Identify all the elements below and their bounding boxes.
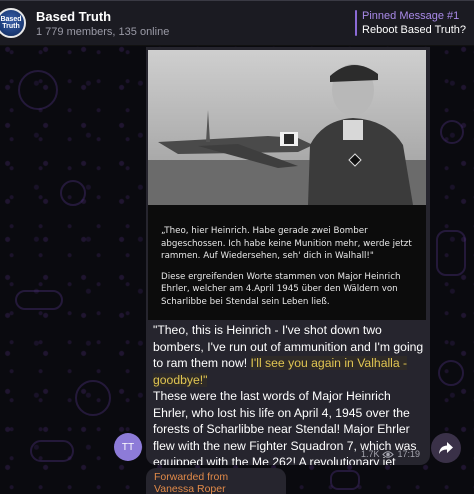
pinned-indicator-bar	[355, 9, 358, 36]
message-time: 17:19	[397, 449, 420, 459]
doodle-circle	[18, 70, 58, 110]
share-button[interactable]	[431, 433, 461, 463]
photo-caption-panel: „Theo, hier Heinrich. Habe gerade zwei B…	[148, 205, 426, 320]
doodle-shape	[30, 440, 74, 462]
forwarded-from-name[interactable]: Vanessa Roper	[154, 483, 286, 494]
doodle-circle	[75, 380, 111, 416]
view-count: 1.7K	[360, 449, 380, 459]
member-count: 1 779 members, 135 online	[36, 25, 170, 38]
caption-body: Diese ergreifenden Worte stammen von Maj…	[161, 271, 401, 307]
doodle-shape	[330, 470, 360, 490]
message-meta: 1.7K 17:19	[361, 449, 420, 459]
doodle-shape	[15, 290, 63, 310]
channel-avatar[interactable]: Based Truth	[0, 7, 26, 38]
forwarded-from-label: Forwarded from	[154, 471, 229, 483]
message-text: "Theo, this is Heinrich - I've shot down…	[153, 322, 429, 465]
pinned-text: Reboot Based Truth?	[362, 23, 466, 36]
window-top-border	[0, 0, 474, 1]
forwarded-message-bubble[interactable]: Forwarded from Vanessa Roper	[146, 468, 286, 494]
channel-info[interactable]: Based Truth 1 779 members, 135 online	[36, 8, 355, 38]
avatar-text: Truth	[2, 22, 20, 30]
eye-icon	[382, 450, 395, 458]
sender-initials: TT	[121, 441, 135, 453]
message-bubble[interactable]: „Theo, hier Heinrich. Habe gerade zwei B…	[146, 47, 430, 465]
sender-avatar[interactable]: TT	[114, 433, 142, 461]
avatar-text: Based	[0, 15, 22, 23]
share-arrow-icon	[439, 442, 453, 454]
pinned-message[interactable]: Pinned Message #1 Reboot Based Truth?	[355, 9, 466, 36]
doodle-circle	[60, 180, 86, 206]
message-photo[interactable]	[148, 50, 426, 205]
doodle-circle	[438, 360, 464, 386]
channel-title: Based Truth	[36, 8, 112, 24]
doodle-shape	[436, 230, 466, 276]
pinned-label: Pinned Message #1	[362, 9, 460, 22]
caption-quote: „Theo, hier Heinrich. Habe gerade zwei B…	[161, 226, 412, 261]
chat-header[interactable]: Based Truth Based Truth 1 779 members, 1…	[0, 0, 474, 46]
doodle-circle	[440, 120, 464, 144]
pilot-photo-image	[148, 50, 426, 205]
